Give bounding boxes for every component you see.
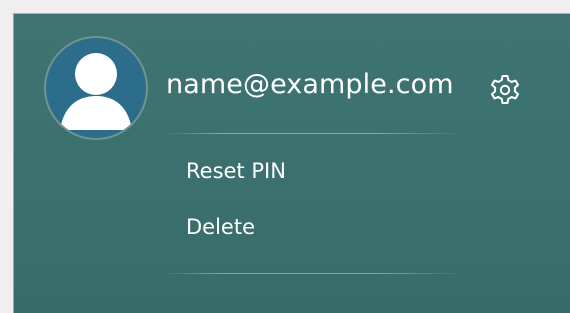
- settings-gear-button[interactable]: [487, 72, 523, 108]
- account-panel: name@example.com Reset PIN Delete: [13, 13, 570, 313]
- gear-icon: [491, 75, 519, 104]
- user-avatar-icon: [60, 53, 132, 130]
- account-email: name@example.com: [166, 69, 454, 100]
- menu-divider-top: [164, 133, 464, 134]
- menu-divider-bottom: [164, 273, 464, 274]
- reset-pin-menu-item[interactable]: Reset PIN: [186, 159, 286, 183]
- delete-menu-item[interactable]: Delete: [186, 215, 255, 239]
- avatar: [44, 36, 148, 140]
